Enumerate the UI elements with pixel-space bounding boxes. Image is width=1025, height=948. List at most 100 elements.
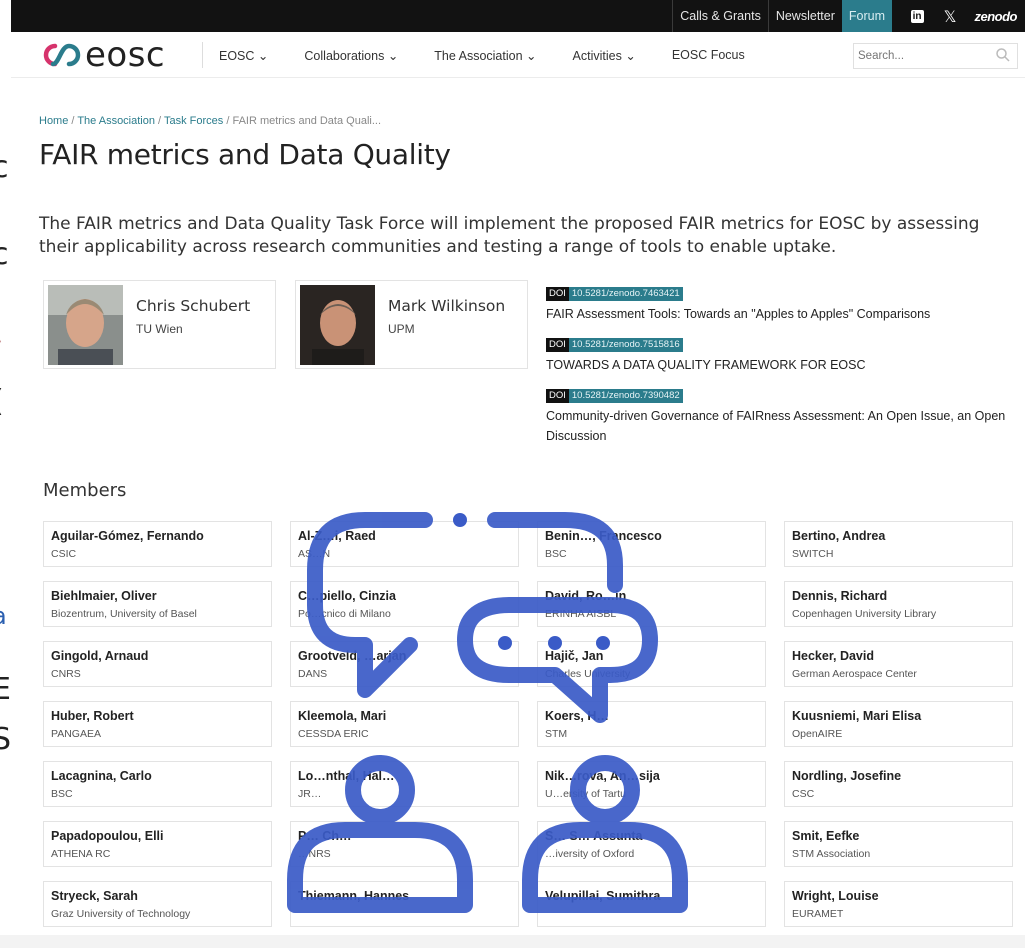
linkedin-icon[interactable]: in [910, 9, 924, 23]
member-name: Papadopoulou, Elli [51, 829, 164, 843]
member-name: Hecker, David [792, 649, 874, 663]
chevron-down-icon: ⌄ [257, 48, 269, 63]
member-card[interactable]: Smit, Eefke STM Association [784, 821, 1013, 867]
breadcrumb-separator: / [71, 115, 75, 127]
member-card[interactable]: Papadopoulou, Elli ATHENA RC [43, 821, 272, 867]
member-org: Copenhagen University Library [792, 608, 937, 620]
breadcrumb-current: FAIR metrics and Data Quali... [232, 115, 382, 127]
member-org: …iversity of Oxford [545, 848, 635, 860]
member-name: Smit, Eefke [792, 829, 860, 843]
member-org: SWITCH [792, 548, 834, 560]
breadcrumb-task-forces[interactable]: Task Forces [164, 115, 223, 127]
menu-item-activities[interactable]: Activities ⌄ [573, 48, 636, 63]
member-card[interactable]: Al-Z…i, Raed AS…N [290, 521, 519, 567]
menu-item-collaborations[interactable]: Collaborations ⌄ [304, 48, 398, 63]
publication-item[interactable]: DOI 10.5281/zenodo.7390482 Community-driv… [546, 385, 1006, 446]
member-card[interactable]: Velupillai, Sumithra [537, 881, 766, 927]
member-card[interactable]: Hecker, David German Aerospace Center [784, 641, 1013, 687]
publication-item[interactable]: DOI 10.5281/zenodo.7515816 TOWARDS A DATA… [546, 334, 1006, 375]
members-heading: Members [43, 480, 127, 501]
member-card[interactable]: Thiemann, Hannes [290, 881, 519, 927]
member-name: Kuusniemi, Mari Elisa [792, 709, 922, 723]
member-org: BSC [545, 548, 567, 560]
member-card[interactable]: Lo…nthal, Hal… JR… [290, 761, 519, 807]
breadcrumb-separator: / [226, 115, 230, 127]
menu-item-eosc[interactable]: EOSC ⌄ [219, 48, 268, 63]
leader-photo [300, 285, 375, 365]
member-card[interactable]: Aguilar-Gómez, Fernando CSIC [43, 521, 272, 567]
member-card[interactable]: Biehlmaier, Oliver Biozentrum, University… [43, 581, 272, 627]
member-org: DANS [298, 668, 328, 680]
main-menu: EOSC ⌄ Collaborations ⌄ The Association … [219, 32, 745, 78]
member-card[interactable]: Kuusniemi, Mari Elisa OpenAIRE [784, 701, 1013, 747]
member-card[interactable]: David, Ro…in ERINHA AISBL [537, 581, 766, 627]
member-card[interactable]: Bertino, Andrea SWITCH [784, 521, 1013, 567]
member-card[interactable]: Stryeck, Sarah Graz University of Technol… [43, 881, 272, 927]
publication-title[interactable]: Community-driven Governance of FAIRness … [546, 406, 1006, 446]
member-name: Koers, H… [545, 709, 609, 723]
member-name: S… S… Assunta [545, 829, 643, 843]
member-org: OpenAIRE [792, 728, 843, 740]
breadcrumb-the-association[interactable]: The Association [77, 115, 155, 127]
menu-label: EOSC [219, 48, 255, 63]
edge-glyph: S [0, 722, 11, 757]
member-card[interactable]: C…piello, Cinzia Po…cnico di Milano [290, 581, 519, 627]
member-org: STM Association [792, 848, 871, 860]
member-name: Lacagnina, Carlo [51, 769, 152, 783]
member-card[interactable]: P… Ch… …NRS [290, 821, 519, 867]
member-card[interactable]: Nik…rova, An…sija U…ersity of Tartu [537, 761, 766, 807]
member-org: PANGAEA [51, 728, 101, 740]
member-card[interactable]: Grootveld, …arjan DANS [290, 641, 519, 687]
member-card[interactable]: Dennis, Richard Copenhagen University Lib… [784, 581, 1013, 627]
doi-badge[interactable]: DOI 10.5281/zenodo.7463421 [546, 287, 683, 301]
member-card[interactable]: Koers, H… STM [537, 701, 766, 747]
publication-item[interactable]: DOI 10.5281/zenodo.7463421 FAIR Assessmen… [546, 283, 1006, 324]
member-card[interactable]: Huber, Robert PANGAEA [43, 701, 272, 747]
member-name: David, Ro…in [545, 589, 627, 603]
menu-label: Activities [572, 48, 622, 63]
forum-link[interactable]: Forum [841, 0, 892, 32]
member-name: Nik…rova, An…sija [545, 769, 660, 783]
member-name: Grootveld, …arjan [298, 649, 407, 663]
member-card[interactable]: Nordling, Josefine CSC [784, 761, 1013, 807]
search-icon[interactable] [995, 47, 1011, 63]
edge-glyph: c [0, 237, 9, 272]
breadcrumb-home[interactable]: Home [39, 115, 68, 127]
member-card[interactable]: Gingold, Arnaud CNRS [43, 641, 272, 687]
eosc-logo[interactable]: eosc [41, 38, 165, 72]
publication-title[interactable]: FAIR Assessment Tools: Towards an "Apple… [546, 304, 1006, 324]
search-input[interactable] [854, 44, 994, 68]
member-org: STM [545, 728, 568, 740]
doi-label: DOI [546, 287, 569, 301]
member-name: Bertino, Andrea [792, 529, 886, 543]
member-name: P… Ch… [298, 829, 352, 843]
member-org: Po…cnico di Milano [298, 608, 391, 620]
leader-org: UPM [388, 322, 415, 336]
publication-title[interactable]: TOWARDS A DATA QUALITY FRAMEWORK FOR EOS… [546, 355, 1006, 375]
bottom-strip [0, 935, 1025, 948]
doi-badge[interactable]: DOI 10.5281/zenodo.7515816 [546, 338, 683, 352]
member-org: ATHENA RC [51, 848, 111, 860]
member-card[interactable]: Benin…, Francesco BSC [537, 521, 766, 567]
nav-divider [202, 42, 203, 68]
member-card[interactable]: S… S… Assunta …iversity of Oxford [537, 821, 766, 867]
member-card[interactable]: Wright, Louise EURAMET [784, 881, 1013, 927]
member-card[interactable]: Hajič, Jan Charles University [537, 641, 766, 687]
menu-item-the-association[interactable]: The Association ⌄ [434, 48, 536, 63]
calls-grants-link[interactable]: Calls & Grants [672, 0, 768, 32]
member-name: C…piello, Cinzia [298, 589, 396, 603]
member-name: Velupillai, Sumithra [545, 889, 661, 903]
zenodo-icon[interactable]: zenodo [975, 9, 1018, 24]
leader-card[interactable]: Chris Schubert TU Wien [43, 280, 276, 369]
member-card[interactable]: Lacagnina, Carlo BSC [43, 761, 272, 807]
leader-card[interactable]: Mark Wilkinson UPM [295, 280, 528, 369]
newsletter-link[interactable]: Newsletter [767, 0, 842, 32]
member-org: Charles University [545, 668, 631, 680]
x-icon[interactable]: 𝕏 [944, 7, 957, 26]
doi-badge[interactable]: DOI 10.5281/zenodo.7390482 [546, 389, 683, 403]
member-card[interactable]: Kleemola, Mari CESSDA ERIC [290, 701, 519, 747]
member-org: AS…N [298, 548, 331, 560]
edge-glyph: ( [0, 384, 4, 419]
menu-item-eosc-focus[interactable]: EOSC Focus [672, 48, 745, 62]
member-org: CESSDA ERIC [298, 728, 369, 740]
